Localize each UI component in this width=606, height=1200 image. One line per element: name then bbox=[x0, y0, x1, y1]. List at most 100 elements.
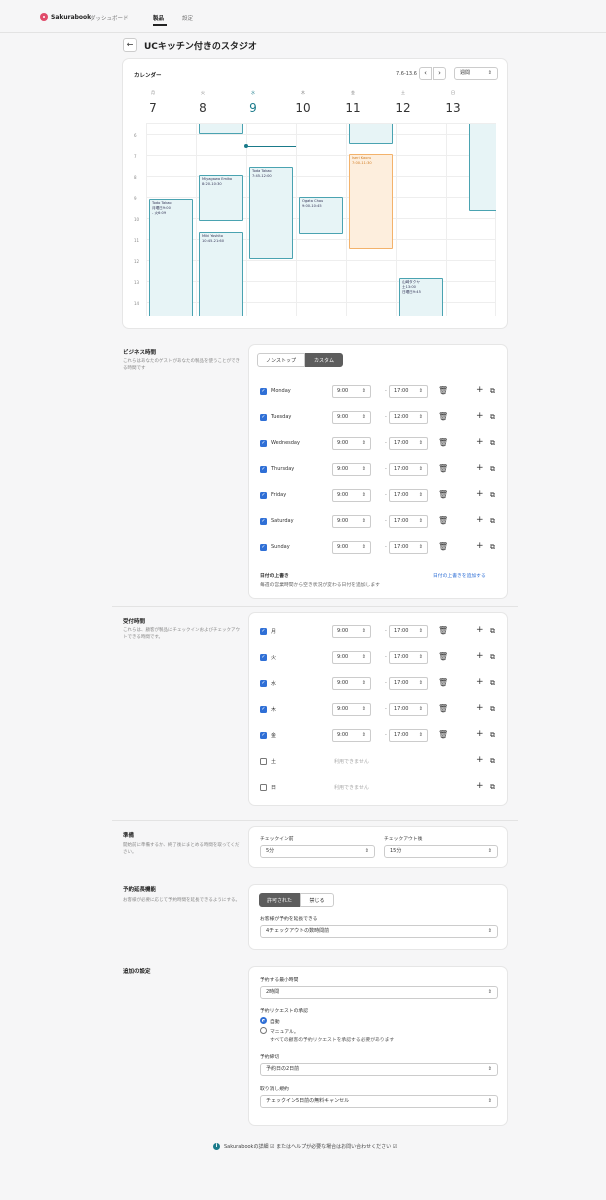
trash-icon[interactable]: 🗑 bbox=[438, 516, 448, 526]
calendar-prev-button[interactable]: ‹ bbox=[419, 67, 432, 80]
copy-icon[interactable]: ⧉ bbox=[490, 542, 495, 552]
plus-icon[interactable]: + bbox=[476, 650, 484, 662]
back-button[interactable]: ← bbox=[123, 38, 137, 52]
from-time-select[interactable]: 9:00 ⇕ bbox=[332, 437, 371, 450]
from-time-select[interactable]: 9:00 ⇕ bbox=[332, 411, 371, 424]
extension-deny-button[interactable]: 禁じる bbox=[300, 893, 334, 907]
to-time-select[interactable]: 17:00 ⇕ bbox=[389, 437, 428, 450]
day-checkbox[interactable]: ✓ bbox=[260, 732, 267, 739]
from-time-select[interactable]: 9:00 ⇕ bbox=[332, 541, 371, 554]
plus-icon[interactable]: + bbox=[476, 514, 484, 526]
to-time-select[interactable]: 12:00 ⇕ bbox=[389, 411, 428, 424]
day-checkbox[interactable]: ✓ bbox=[260, 628, 267, 635]
day-checkbox[interactable]: ✓ bbox=[260, 414, 267, 421]
trash-icon[interactable]: 🗑 bbox=[438, 438, 448, 448]
approval-auto-radio[interactable] bbox=[260, 1017, 267, 1024]
calendar-grid[interactable]: Todo Takao 月曜日9:00 - 火6:09 Miyagawa Emik… bbox=[146, 123, 496, 316]
to-time-select[interactable]: 17:00 ⇕ bbox=[389, 515, 428, 528]
copy-icon[interactable]: ⧉ bbox=[490, 626, 495, 636]
copy-icon[interactable]: ⧉ bbox=[490, 652, 495, 662]
day-number[interactable]: 8 bbox=[178, 101, 228, 115]
calendar-event[interactable]: 山崎タクヤ 土13:00 日曜日9:45 bbox=[399, 278, 443, 316]
calendar-view-select[interactable]: 週間 ⇕ bbox=[454, 67, 498, 80]
from-time-select[interactable]: 9:00 ⇕ bbox=[332, 515, 371, 528]
plus-icon[interactable]: + bbox=[476, 436, 484, 448]
to-time-select[interactable]: 17:00 ⇕ bbox=[389, 677, 428, 690]
day-checkbox[interactable]: ✓ bbox=[260, 440, 267, 447]
footer-text[interactable]: Sakurabookの詳細 ☑ またはヘルプが必要な場合はお問い合わせください … bbox=[224, 1143, 397, 1150]
copy-icon[interactable]: ⧉ bbox=[490, 386, 495, 396]
day-checkbox[interactable]: ✓ bbox=[260, 492, 267, 499]
to-time-select[interactable]: 17:00 ⇕ bbox=[389, 703, 428, 716]
calendar-event[interactable] bbox=[199, 124, 243, 134]
plus-icon[interactable]: + bbox=[476, 462, 484, 474]
calendar-event[interactable] bbox=[469, 124, 496, 211]
trash-icon[interactable]: 🗑 bbox=[438, 542, 448, 552]
calendar-event[interactable]: Miyagawa Emiko 8:20-10:30 bbox=[199, 175, 243, 221]
plus-icon[interactable]: + bbox=[476, 754, 484, 766]
day-checkbox[interactable]: ✓ bbox=[260, 466, 267, 473]
day-checkbox[interactable]: ✓ bbox=[260, 680, 267, 687]
nav-products[interactable]: 製品 bbox=[153, 14, 164, 22]
day-number[interactable]: 11 bbox=[328, 101, 378, 115]
trash-icon[interactable]: 🗑 bbox=[438, 652, 448, 662]
day-checkbox[interactable]: ✓ bbox=[260, 654, 267, 661]
trash-icon[interactable]: 🗑 bbox=[438, 626, 448, 636]
day-number[interactable]: 7 bbox=[128, 101, 178, 115]
copy-icon[interactable]: ⧉ bbox=[490, 756, 495, 766]
copy-icon[interactable]: ⧉ bbox=[490, 438, 495, 448]
day-checkbox[interactable]: ✓ bbox=[260, 706, 267, 713]
mode-nonstop-button[interactable]: ノンストップ bbox=[257, 353, 305, 367]
plus-icon[interactable]: + bbox=[476, 780, 484, 792]
trash-icon[interactable]: 🗑 bbox=[438, 464, 448, 474]
checkin-select[interactable]: 5分 ⇕ bbox=[260, 845, 375, 858]
nav-dashboard[interactable]: ダッシュボード bbox=[90, 14, 129, 22]
calendar-event[interactable]: Ogata Chou 9:00-10:45 bbox=[299, 197, 343, 234]
day-checkbox[interactable]: ✓ bbox=[260, 518, 267, 525]
copy-icon[interactable]: ⧉ bbox=[490, 464, 495, 474]
deadline-select[interactable]: 予約日の2日前 ⇕ bbox=[260, 1063, 498, 1076]
trash-icon[interactable]: 🗑 bbox=[438, 730, 448, 740]
copy-icon[interactable]: ⧉ bbox=[490, 412, 495, 422]
approval-manual-radio[interactable] bbox=[260, 1027, 267, 1034]
extension-select[interactable]: 4チェックアウトの数時間前 ⇕ bbox=[260, 925, 498, 938]
day-checkbox[interactable]: ✓ bbox=[260, 388, 267, 395]
day-number[interactable]: 10 bbox=[278, 101, 328, 115]
plus-icon[interactable]: + bbox=[476, 676, 484, 688]
plus-icon[interactable]: + bbox=[476, 488, 484, 500]
from-time-select[interactable]: 9:00 ⇕ bbox=[332, 677, 371, 690]
day-checkbox[interactable]: ✓ bbox=[260, 544, 267, 551]
cancel-policy-select[interactable]: チェックイン5日前の無料キャンセル ⇕ bbox=[260, 1095, 498, 1108]
from-time-select[interactable]: 9:00 ⇕ bbox=[332, 463, 371, 476]
trash-icon[interactable]: 🗑 bbox=[438, 412, 448, 422]
day-checkbox[interactable] bbox=[260, 758, 267, 765]
to-time-select[interactable]: 17:00 ⇕ bbox=[389, 625, 428, 638]
plus-icon[interactable]: + bbox=[476, 702, 484, 714]
mode-custom-button[interactable]: カスタム bbox=[305, 353, 343, 367]
plus-icon[interactable]: + bbox=[476, 540, 484, 552]
trash-icon[interactable]: 🗑 bbox=[438, 678, 448, 688]
plus-icon[interactable]: + bbox=[476, 410, 484, 422]
trash-icon[interactable]: 🗑 bbox=[438, 490, 448, 500]
copy-icon[interactable]: ⧉ bbox=[490, 490, 495, 500]
extension-allow-button[interactable]: 許可された bbox=[259, 893, 300, 907]
from-time-select[interactable]: 9:00 ⇕ bbox=[332, 385, 371, 398]
copy-icon[interactable]: ⧉ bbox=[490, 678, 495, 688]
from-time-select[interactable]: 9:00 ⇕ bbox=[332, 729, 371, 742]
to-time-select[interactable]: 17:00 ⇕ bbox=[389, 385, 428, 398]
to-time-select[interactable]: 17:00 ⇕ bbox=[389, 489, 428, 502]
plus-icon[interactable]: + bbox=[476, 624, 484, 636]
day-checkbox[interactable] bbox=[260, 784, 267, 791]
to-time-select[interactable]: 17:00 ⇕ bbox=[389, 729, 428, 742]
trash-icon[interactable]: 🗑 bbox=[438, 704, 448, 714]
copy-icon[interactable]: ⧉ bbox=[490, 516, 495, 526]
from-time-select[interactable]: 9:00 ⇕ bbox=[332, 625, 371, 638]
add-date-override-link[interactable]: 日付の上書きを追加する bbox=[433, 572, 486, 579]
trash-icon[interactable]: 🗑 bbox=[438, 386, 448, 396]
calendar-event[interactable]: Toda Takao 7:45-12:00 bbox=[249, 167, 293, 259]
copy-icon[interactable]: ⧉ bbox=[490, 782, 495, 792]
day-number[interactable]: 12 bbox=[378, 101, 428, 115]
plus-icon[interactable]: + bbox=[476, 384, 484, 396]
to-time-select[interactable]: 17:00 ⇕ bbox=[389, 541, 428, 554]
calendar-event[interactable]: Todo Takao 月曜日9:00 - 火6:09 bbox=[149, 199, 193, 316]
